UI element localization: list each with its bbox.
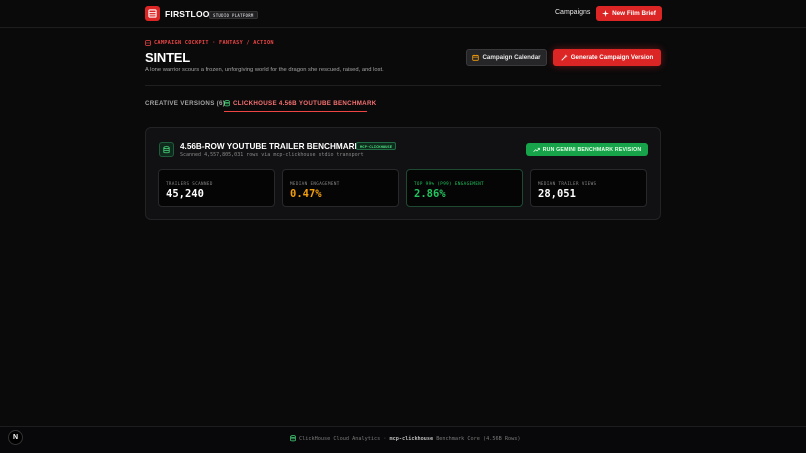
page-subtitle: A lone warrior scours a frozen, unforgiv… <box>145 67 384 73</box>
campaign-calendar-label: Campaign Calendar <box>482 54 541 61</box>
divider <box>145 85 661 86</box>
run-gemini-benchmark-button[interactable]: RUN GEMINI BENCHMARK REVISION <box>526 143 648 156</box>
trending-up-icon <box>533 147 540 152</box>
logo-icon[interactable] <box>145 6 160 21</box>
stat-label: MEDIAN TRAILER VIEWS <box>538 181 597 186</box>
magic-wand-icon <box>561 54 568 61</box>
tab-clickhouse-benchmark[interactable]: CLICKHOUSE 4.56B YOUTUBE BENCHMARK <box>224 100 376 107</box>
stat-card-median-engagement: MEDIAN ENGAGEMENT 0.47% <box>282 169 399 207</box>
stat-value: 2.86% <box>414 188 446 200</box>
mcp-clickhouse-badge: MCP-CLICKHOUSE <box>356 142 397 150</box>
stat-card-trailers-scanned: TRAILERS SCANNED 45,240 <box>158 169 275 207</box>
generate-campaign-version-label: Generate Campaign Version <box>570 54 654 61</box>
footer-text: ClickHouse Cloud Analytics · mcp-clickho… <box>290 435 521 442</box>
calendar-icon <box>472 54 480 61</box>
footer-prefix: ClickHouse Cloud Analytics · <box>299 435 387 442</box>
page-title: SINTEL <box>145 50 191 65</box>
stat-label: TOP 99% (P99) ENGAGEMENT <box>414 181 485 186</box>
breadcrumb: CAMPAIGN COCKPIT · FANTASY / ACTION <box>145 40 274 46</box>
stat-card-p99-engagement: TOP 99% (P99) ENGAGEMENT 2.86% <box>406 169 523 207</box>
stat-label: MEDIAN ENGAGEMENT <box>290 181 340 186</box>
run-gemini-benchmark-label: RUN GEMINI BENCHMARK REVISION <box>542 146 642 153</box>
stat-value: 0.47% <box>290 188 322 200</box>
tab-creative-versions[interactable]: CREATIVE VERSIONS (6) <box>145 100 225 107</box>
benchmark-title: 4.56B-ROW YOUTUBE TRAILER BENCHMARK <box>180 142 361 151</box>
film-icon <box>145 40 151 46</box>
nav-campaigns-link[interactable]: Campaigns <box>555 9 590 16</box>
stat-value: 28,051 <box>538 188 576 200</box>
tab-clickhouse-benchmark-label: CLICKHOUSE 4.56B YOUTUBE BENCHMARK <box>233 100 377 107</box>
sparkle-icon <box>602 10 610 17</box>
database-icon <box>224 100 230 107</box>
database-icon <box>159 142 174 157</box>
studio-platform-badge: STUDIO PLATFORM <box>209 11 258 19</box>
generate-campaign-version-button[interactable]: Generate Campaign Version <box>553 49 661 66</box>
top-bar <box>0 0 806 28</box>
active-tab-indicator <box>224 111 367 112</box>
new-film-brief-button[interactable]: New Film Brief <box>596 6 662 21</box>
footer-suffix: Benchmark Core (4.56B Rows) <box>436 435 521 442</box>
stat-card-median-views: MEDIAN TRAILER VIEWS 28,051 <box>530 169 647 207</box>
benchmark-subtitle: Scanned 4,557,805,031 rows via mcp-click… <box>180 152 364 158</box>
database-icon <box>290 435 296 442</box>
breadcrumb-text: CAMPAIGN COCKPIT · FANTASY / ACTION <box>154 40 274 46</box>
stat-value: 45,240 <box>166 188 204 200</box>
new-film-brief-label: New Film Brief <box>612 10 656 17</box>
campaign-calendar-button[interactable]: Campaign Calendar <box>466 49 547 66</box>
stat-label: TRAILERS SCANNED <box>166 181 213 186</box>
footer-strong: mcp-clickhouse <box>389 435 434 442</box>
next-dev-indicator-icon[interactable]: N <box>8 430 23 445</box>
